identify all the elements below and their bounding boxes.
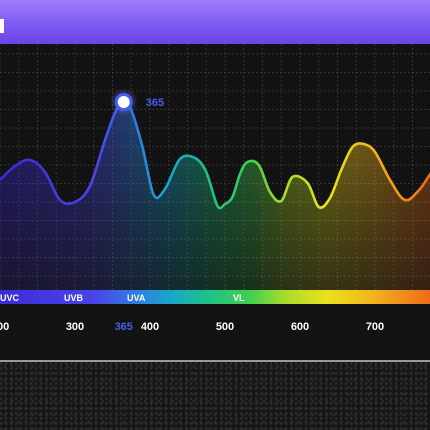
x-tick-label: 700 — [366, 321, 384, 333]
chart-panel: 365 UVC UVB UVA VL 200 300 365 400 500 600 700 — [0, 44, 430, 360]
x-tick-label: 365 — [115, 321, 133, 333]
x-tick-label: 300 — [66, 321, 84, 333]
x-tick-labels: 200 300 365 400 500 600 700 — [0, 321, 384, 333]
highlight-marker[interactable]: 365 — [109, 88, 164, 116]
title-bar-mark — [0, 19, 4, 33]
x-tick-label: 400 — [141, 321, 159, 333]
highlight-point[interactable] — [114, 93, 133, 111]
spectrum-chart: 365 UVC UVB UVA VL 200 300 365 400 500 600 700 — [0, 44, 430, 333]
title-bar — [0, 0, 430, 44]
band-label-uva: UVA — [127, 293, 146, 303]
highlight-label: 365 — [146, 97, 164, 109]
background-carpet — [0, 362, 430, 430]
x-tick-label: 200 — [0, 321, 9, 333]
band-label-uvc: UVC — [0, 293, 20, 303]
band-label-uvb: UVB — [64, 293, 84, 303]
band-label-vl: VL — [233, 293, 245, 303]
x-tick-label: 600 — [291, 321, 309, 333]
x-tick-label: 500 — [216, 321, 234, 333]
